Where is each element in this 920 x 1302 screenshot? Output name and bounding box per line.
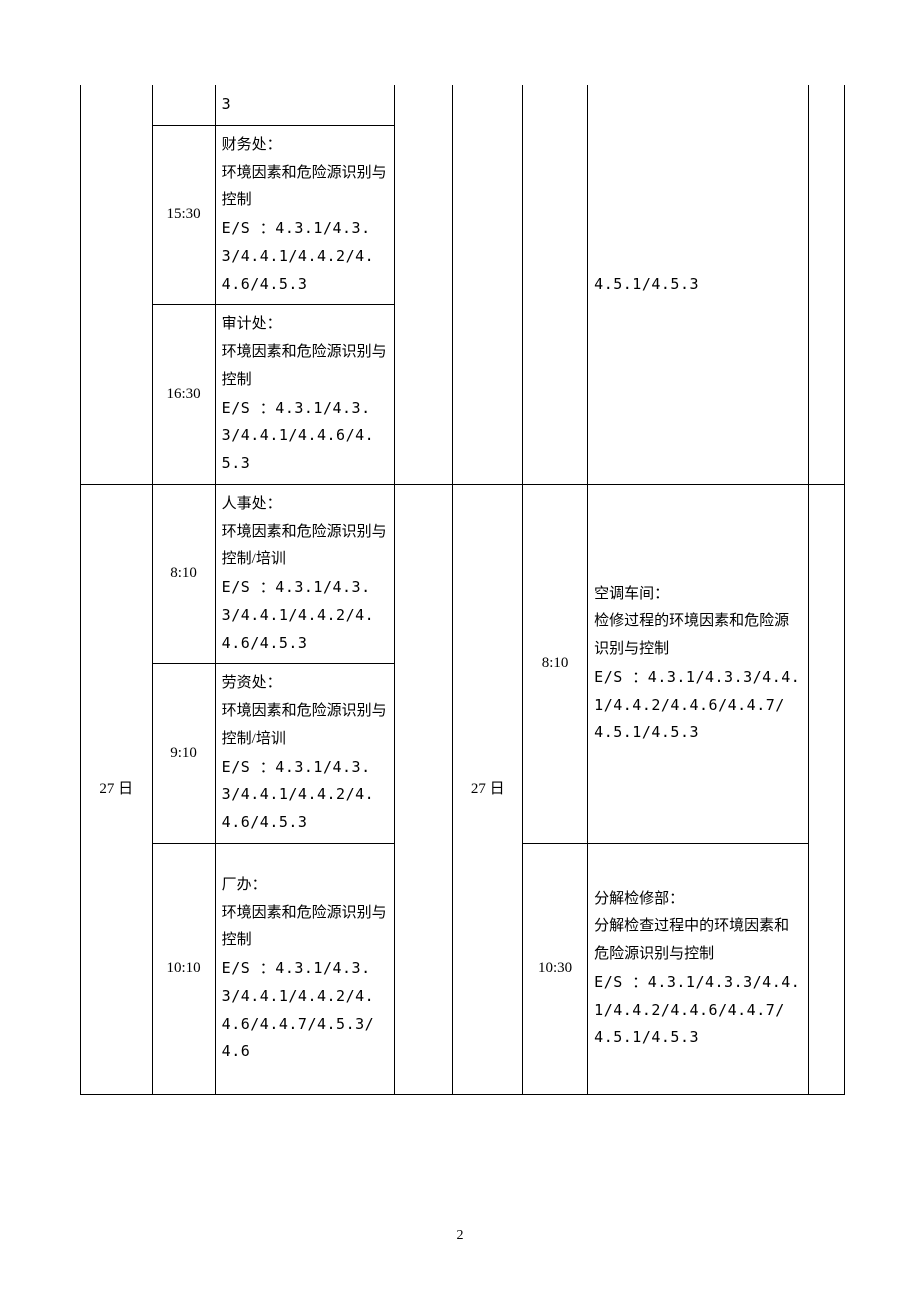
desc2-cell: 分解检修部： 分解检查过程中的环境因素和危险源识别与控制 E/S ：4.3.1/… — [588, 843, 809, 1094]
dept-sub: 环境因素和危险源识别与控制 — [222, 160, 388, 216]
dept-title: 审计处： — [222, 311, 388, 339]
dept-title: 空调车间： — [594, 581, 802, 609]
dept-sub: 环境因素和危险源识别与控制/培训 — [222, 519, 388, 575]
time2-cell: 10:30 — [522, 843, 587, 1094]
desc2-cell: 空调车间： 检修过程的环境因素和危险源识别与控制 E/S ：4.3.1/4.3.… — [588, 484, 809, 843]
table-row: 27 日 8:10 人事处： 环境因素和危险源识别与控制/培训 E/S ：4.3… — [81, 484, 845, 664]
dept-title: 分解检修部： — [594, 886, 802, 914]
dept-ref: E/S ：4.3.1/4.3.3/4.4.1/4.4.2/4.4.6/4.5.3 — [222, 754, 388, 837]
desc-cell: 人事处： 环境因素和危险源识别与控制/培训 E/S ：4.3.1/4.3.3/4… — [215, 484, 394, 664]
dept-title: 人事处： — [222, 491, 388, 519]
gap-cell — [394, 484, 453, 843]
dept-ref: E/S ：4.3.1/4.3.3/4.4.1/4.4.2/4.4.6/4.5.3 — [222, 215, 388, 298]
time2-cell: 8:10 — [522, 484, 587, 843]
dept-sub: 分解检查过程中的环境因素和危险源识别与控制 — [594, 913, 802, 969]
desc-cell: 劳资处： 环境因素和危险源识别与控制/培训 E/S ：4.3.1/4.3.3/4… — [215, 664, 394, 844]
gap-cell — [394, 85, 453, 484]
time-cell: 16:30 — [152, 305, 215, 485]
day-cell: 27 日 — [81, 484, 153, 1094]
dept-sub: 环境因素和危险源识别与控制/培训 — [222, 698, 388, 754]
dept-sub: 环境因素和危险源识别与控制 — [222, 339, 388, 395]
day-cell-prev — [81, 85, 153, 484]
page-number: 2 — [0, 1228, 920, 1244]
dept-ref: E/S ：4.3.1/4.3.3/4.4.1/4.4.6/4.5.3 — [222, 395, 388, 478]
dept-sub: 检修过程的环境因素和危险源识别与控制 — [594, 608, 802, 664]
last-cell — [809, 484, 845, 843]
time-cell: 15:30 — [152, 125, 215, 305]
ref-tail: 4.5.1/4.5.3 — [594, 271, 802, 299]
time-cell: 8:10 — [152, 484, 215, 664]
desc-cell: 财务处： 环境因素和危险源识别与控制 E/S ：4.3.1/4.3.3/4.4.… — [215, 125, 394, 305]
dept-ref: E/S ：4.3.1/4.3.3/4.4.1/4.4.2/4.4.6/4.4.7… — [594, 969, 802, 1052]
desc-cell: 厂办： 环境因素和危险源识别与控制 E/S ：4.3.1/4.3.3/4.4.1… — [215, 843, 394, 1094]
desc-cell: 审计处： 环境因素和危险源识别与控制 E/S ：4.3.1/4.3.3/4.4.… — [215, 305, 394, 485]
dept-title: 财务处： — [222, 132, 388, 160]
dept-sub: 环境因素和危险源识别与控制 — [222, 900, 388, 956]
dept-title: 厂办： — [222, 872, 388, 900]
time-cell — [152, 85, 215, 125]
table-row: 3 4.5.1/4.5.3 — [81, 85, 845, 125]
last-cell — [809, 843, 845, 1094]
time2-cell-prev — [522, 85, 587, 484]
dept-ref: E/S ：4.3.1/4.3.3/4.4.1/4.4.2/4.4.6/4.4.7… — [594, 664, 802, 747]
desc-cell: 3 — [215, 85, 394, 125]
last-cell — [809, 85, 845, 484]
schedule-table: 3 4.5.1/4.5.3 15:30 财务处： 环境因素和危险源识别与控制 E… — [80, 85, 845, 1095]
time-cell: 10:10 — [152, 843, 215, 1094]
dept-ref: E/S ：4.3.1/4.3.3/4.4.1/4.4.2/4.4.6/4.5.3 — [222, 574, 388, 657]
day2-cell: 27 日 — [453, 484, 522, 1094]
ref-tail: 3 — [222, 91, 388, 119]
dept-ref: E/S ：4.3.1/4.3.3/4.4.1/4.4.2/4.4.6/4.4.7… — [222, 955, 388, 1066]
dept-title: 劳资处： — [222, 670, 388, 698]
page: 3 4.5.1/4.5.3 15:30 财务处： 环境因素和危险源识别与控制 E… — [0, 0, 920, 1302]
day2-cell-prev — [453, 85, 522, 484]
desc2-cell: 4.5.1/4.5.3 — [588, 85, 809, 484]
gap-cell — [394, 843, 453, 1094]
time-cell: 9:10 — [152, 664, 215, 844]
